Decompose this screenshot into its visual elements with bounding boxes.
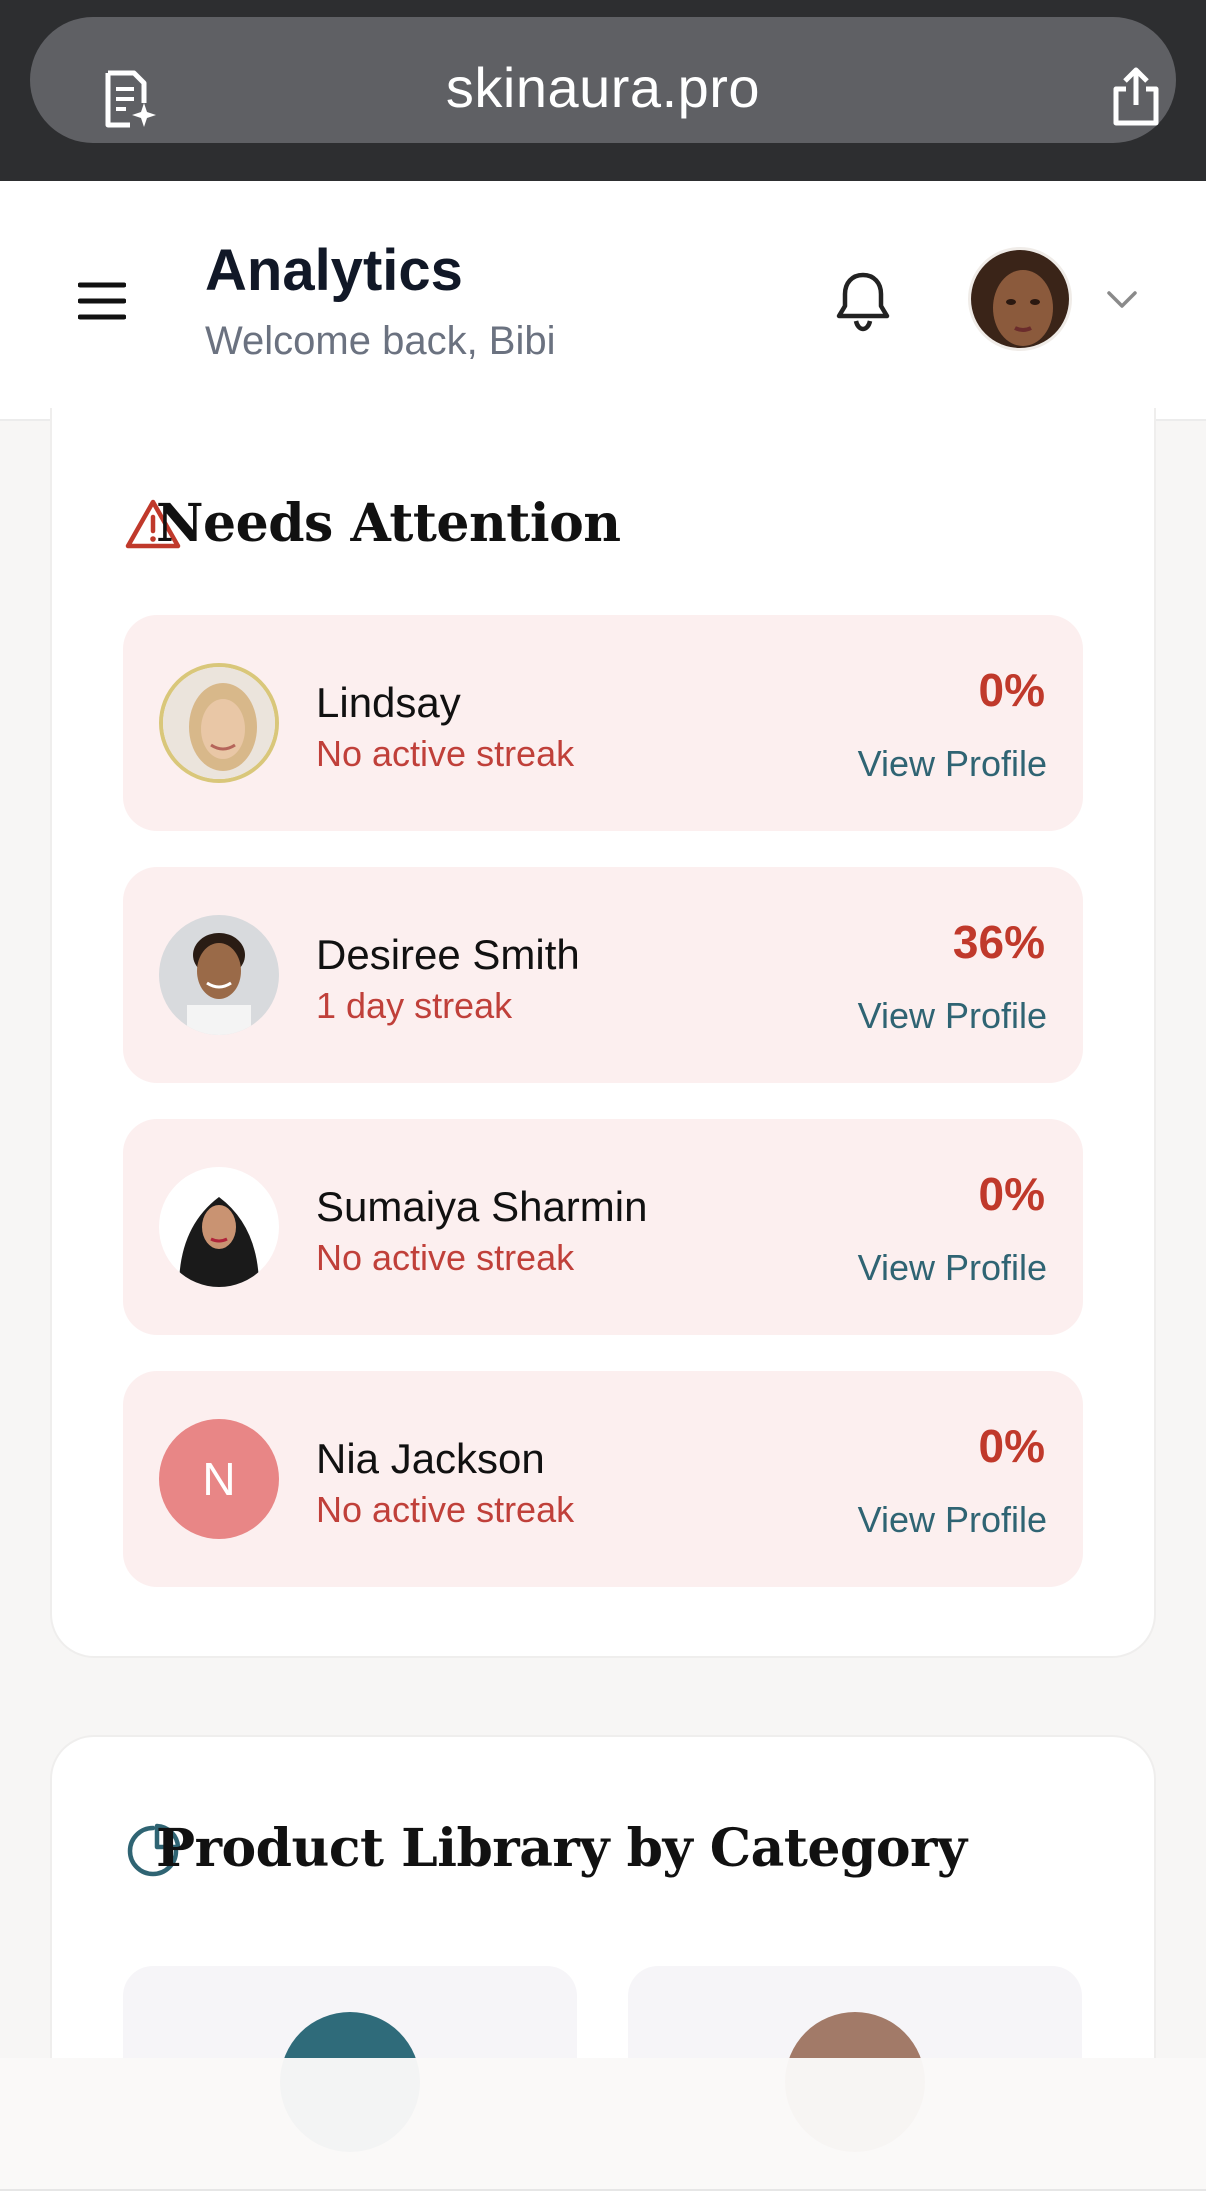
client-percent: 0% bbox=[978, 1420, 1045, 1472]
client-streak: 1 day streak bbox=[316, 985, 513, 1026]
bottom-toolbar bbox=[0, 2058, 1206, 2191]
hamburger-menu-icon[interactable] bbox=[78, 281, 126, 321]
client-row: Desiree Smith 1 day streak 36% View Prof… bbox=[123, 867, 1083, 1083]
app-header: Analytics Welcome back, Bibi bbox=[0, 181, 1206, 421]
client-row: Lindsay No active streak 0% View Profile bbox=[123, 615, 1083, 831]
client-avatar bbox=[159, 915, 279, 1035]
client-percent: 0% bbox=[978, 664, 1045, 716]
client-percent: 0% bbox=[978, 1168, 1045, 1220]
client-name: Nia Jackson bbox=[316, 1435, 545, 1482]
client-streak: No active streak bbox=[316, 733, 575, 774]
view-profile-link[interactable]: View Profile bbox=[858, 743, 1047, 785]
bell-icon[interactable] bbox=[834, 269, 892, 333]
share-icon[interactable] bbox=[1108, 67, 1164, 127]
client-row: N Nia Jackson No active streak 0% View P… bbox=[123, 1371, 1083, 1587]
client-streak: No active streak bbox=[316, 1237, 575, 1278]
product-library-title: Product Library by Category bbox=[156, 1818, 967, 1879]
client-initial-avatar: N bbox=[159, 1419, 279, 1539]
needs-attention-title: Needs Attention bbox=[156, 493, 621, 554]
client-row: Sumaiya Sharmin No active streak 0% View… bbox=[123, 1119, 1083, 1335]
client-name: Sumaiya Sharmin bbox=[316, 1183, 648, 1230]
page-title: Analytics bbox=[205, 238, 463, 303]
client-avatar bbox=[159, 663, 279, 783]
welcome-text: Welcome back, Bibi bbox=[205, 319, 556, 363]
client-percent: 36% bbox=[952, 916, 1045, 968]
client-avatar bbox=[159, 1167, 279, 1287]
view-profile-link[interactable]: View Profile bbox=[858, 1499, 1047, 1541]
view-profile-link[interactable]: View Profile bbox=[858, 995, 1047, 1037]
view-profile-link[interactable]: View Profile bbox=[858, 1247, 1047, 1289]
client-name: Desiree Smith bbox=[316, 931, 580, 978]
url-pill[interactable]: skinaura.pro bbox=[30, 17, 1176, 143]
url-text[interactable]: skinaura.pro bbox=[30, 55, 1176, 120]
chevron-down-icon[interactable] bbox=[1106, 289, 1138, 311]
client-name: Lindsay bbox=[316, 679, 461, 726]
user-avatar[interactable] bbox=[968, 247, 1072, 351]
client-streak: No active streak bbox=[316, 1489, 575, 1530]
browser-address-bar: skinaura.pro bbox=[0, 0, 1206, 181]
